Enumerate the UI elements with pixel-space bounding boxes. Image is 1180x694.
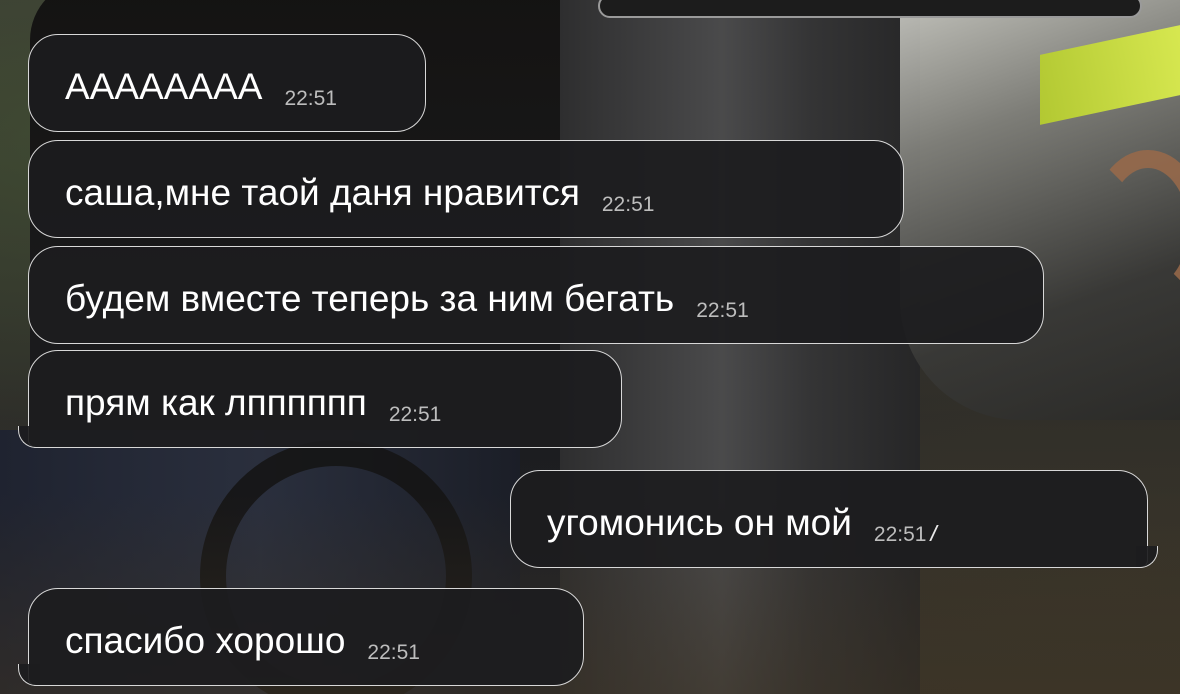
message-bubble-outgoing[interactable]: угомонись он мой 22:51 //: [510, 470, 1148, 568]
message-bubble-incoming[interactable]: саша,мне таой даня нравится 22:51: [28, 140, 904, 238]
message-bubble-incoming[interactable]: будем вместе теперь за ним бегать 22:51: [28, 246, 1044, 344]
message-time: 22:51: [388, 403, 442, 426]
previous-message-bubble-edge: [598, 0, 1142, 18]
message-text: угомонись он мой: [547, 502, 852, 543]
message-time: 22:51: [873, 523, 927, 546]
message-time: 22:51: [696, 299, 749, 322]
message-bubble-incoming[interactable]: спасибо хорошо 22:51: [28, 588, 584, 686]
message-text: АААААААА: [65, 66, 263, 107]
message-time: 22:51: [284, 87, 337, 110]
message-text: саша,мне таой даня нравится: [65, 172, 580, 213]
message-bubble-incoming[interactable]: АААААААА 22:51: [28, 34, 426, 132]
message-time: 22:51: [367, 641, 420, 664]
message-time: 22:51: [601, 193, 655, 216]
message-text: прям как лпппппп: [65, 382, 367, 423]
message-bubble-incoming[interactable]: прям как лпппппп 22:51: [28, 350, 622, 448]
message-text: спасибо хорошо: [65, 620, 346, 661]
message-text: будем вместе теперь за ним бегать: [65, 278, 675, 319]
